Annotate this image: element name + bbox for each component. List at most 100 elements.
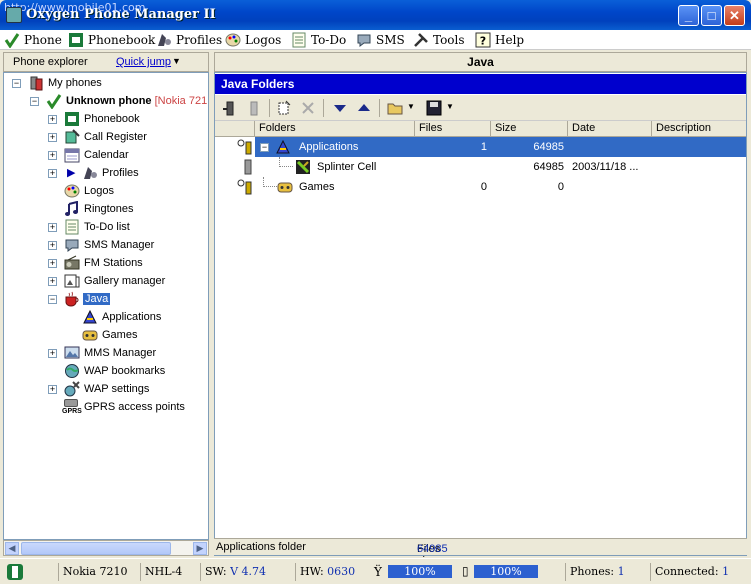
column-header-files[interactable]: Files (415, 121, 491, 137)
tree-node-java[interactable]: Java (83, 290, 111, 308)
save-dropdown-icon[interactable]: ▼ (446, 102, 454, 111)
collapse-toggle[interactable]: − (260, 143, 269, 152)
menu-phonebook[interactable]: Phonebook (66, 31, 155, 49)
menu-logos[interactable]: Logos (223, 31, 281, 49)
scroll-left-icon[interactable]: ◀ (5, 542, 19, 555)
expand-toggle[interactable]: + (48, 385, 57, 394)
save-icon[interactable] (425, 99, 443, 117)
profiles-icon (158, 34, 171, 46)
music-note-icon (65, 201, 78, 216)
tree-node-gallery-manager[interactable]: Gallery manager (84, 272, 165, 290)
menu-profiles[interactable]: Profiles (154, 31, 222, 49)
tree-node-sms-manager[interactable]: SMS Manager (84, 236, 154, 254)
table-row[interactable]: Games 0 0 (215, 177, 746, 197)
scroll-right-icon[interactable]: ▶ (193, 542, 207, 555)
tree-node-profiles[interactable]: Profiles (102, 164, 139, 182)
expand-toggle[interactable]: + (48, 223, 57, 232)
palette-icon (64, 184, 80, 198)
phone-status-icon (244, 159, 252, 175)
menu-phone[interactable]: Phone (2, 31, 62, 49)
close-button[interactable]: ✕ (724, 5, 745, 26)
column-header-size[interactable]: Size (491, 121, 568, 137)
palette-icon (225, 33, 241, 47)
tree-node-gprs-access-points[interactable]: GPRS access points (84, 398, 185, 416)
applications-icon (83, 309, 97, 324)
move-up-icon[interactable] (355, 99, 373, 117)
menu-tools[interactable]: Tools (411, 31, 465, 49)
tree-node-unknown-phone[interactable]: Unknown phone [Nokia 721 (66, 92, 207, 110)
row-files: 1 (415, 137, 491, 157)
java-toolbar: ▼ ▼ (215, 95, 746, 121)
gallery-icon (64, 274, 80, 288)
column-header-folders[interactable]: Folders (255, 121, 415, 137)
tree-node-phonebook[interactable]: Phonebook (84, 110, 140, 128)
tree-node-fm-stations[interactable]: FM Stations (84, 254, 143, 272)
tree-node-wap-bookmarks[interactable]: WAP bookmarks (84, 362, 165, 380)
phone-check-icon (4, 33, 20, 48)
status-connected: Connected: 1 (650, 563, 749, 581)
expand-toggle[interactable]: + (48, 169, 57, 178)
menu-todo[interactable]: To-Do (289, 31, 346, 49)
signal-icon: Ÿ (374, 565, 382, 579)
phone-check-icon (46, 94, 62, 109)
signal-bar: 100% (388, 565, 452, 578)
tree-node-call-register[interactable]: Call Register (84, 128, 147, 146)
row-date (568, 177, 652, 197)
collapse-toggle[interactable]: − (30, 97, 39, 106)
status-bar: Nokia 7210 NHL-4 SW: V 4.74 HW: 0630 Ÿ 1… (0, 558, 751, 584)
menu-sms[interactable]: SMS (354, 31, 405, 49)
tree-node-my-phones[interactable]: My phones (48, 74, 102, 92)
row-description (652, 157, 746, 177)
phone-download-icon[interactable] (245, 99, 263, 117)
profiles-icon (84, 167, 97, 179)
svg-text:?: ? (480, 35, 486, 48)
move-down-icon[interactable] (331, 99, 349, 117)
column-header-description[interactable]: Description (652, 121, 746, 137)
window-title: Oxygen Phone Manager II (26, 7, 216, 22)
expand-toggle[interactable]: + (48, 133, 57, 142)
tree-node-applications[interactable]: Applications (102, 308, 161, 326)
expand-toggle[interactable]: + (48, 277, 57, 286)
todo-icon (65, 219, 79, 235)
phonebook-icon (69, 33, 83, 47)
new-folder-icon[interactable] (275, 99, 293, 117)
tree-node-wap-settings[interactable]: WAP settings (84, 380, 149, 398)
games-icon (82, 330, 98, 341)
tree-node-logos[interactable]: Logos (84, 182, 114, 200)
battery-bar: 100% (474, 565, 538, 578)
open-dropdown-icon[interactable]: ▼ (407, 102, 415, 111)
expand-toggle[interactable]: + (48, 151, 57, 160)
expand-toggle[interactable]: + (48, 241, 57, 250)
help-icon: ? (475, 32, 491, 48)
table-row[interactable]: Splinter Cell 64985 2003/11/18 ... (215, 157, 746, 177)
expand-toggle[interactable]: + (48, 115, 57, 124)
collapse-toggle[interactable]: − (48, 295, 57, 304)
phone-upload-icon[interactable] (221, 99, 239, 117)
quick-jump-link[interactable]: Quick jump (116, 56, 171, 68)
chevron-down-icon[interactable]: ▼ (172, 56, 181, 66)
scroll-thumb[interactable] (21, 542, 171, 555)
collapse-toggle[interactable]: − (12, 79, 21, 88)
expand-toggle[interactable]: + (48, 259, 57, 268)
globe-icon (65, 364, 79, 378)
tree-node-ringtones[interactable]: Ringtones (84, 200, 134, 218)
tree-node-todo-list[interactable]: To-Do list (84, 218, 130, 236)
todo-icon (292, 32, 306, 48)
minimize-button[interactable]: _ (678, 5, 699, 26)
left-pane-scrollbar[interactable]: ◀ ▶ (3, 540, 209, 556)
status-sw: SW: V 4.74 (200, 563, 270, 581)
tree-node-games[interactable]: Games (102, 326, 137, 344)
row-name: Splinter Cell (317, 161, 377, 173)
expand-toggle[interactable]: + (48, 349, 57, 358)
maximize-button[interactable]: □ (701, 5, 722, 26)
column-header-date[interactable]: Date (568, 121, 652, 137)
table-row[interactable]: − Applications 1 64985 (215, 137, 746, 157)
tree-node-calendar[interactable]: Calendar (84, 146, 129, 164)
delete-icon[interactable] (299, 99, 317, 117)
calendar-icon (64, 148, 80, 163)
menu-help[interactable]: ? Help (473, 31, 524, 49)
phone-tree: − My phones − Unknown phone [Nokia 721 +… (3, 72, 209, 540)
open-folder-icon[interactable] (387, 99, 405, 117)
tree-node-mms-manager[interactable]: MMS Manager (84, 344, 156, 362)
column-header-icon[interactable] (215, 121, 255, 137)
